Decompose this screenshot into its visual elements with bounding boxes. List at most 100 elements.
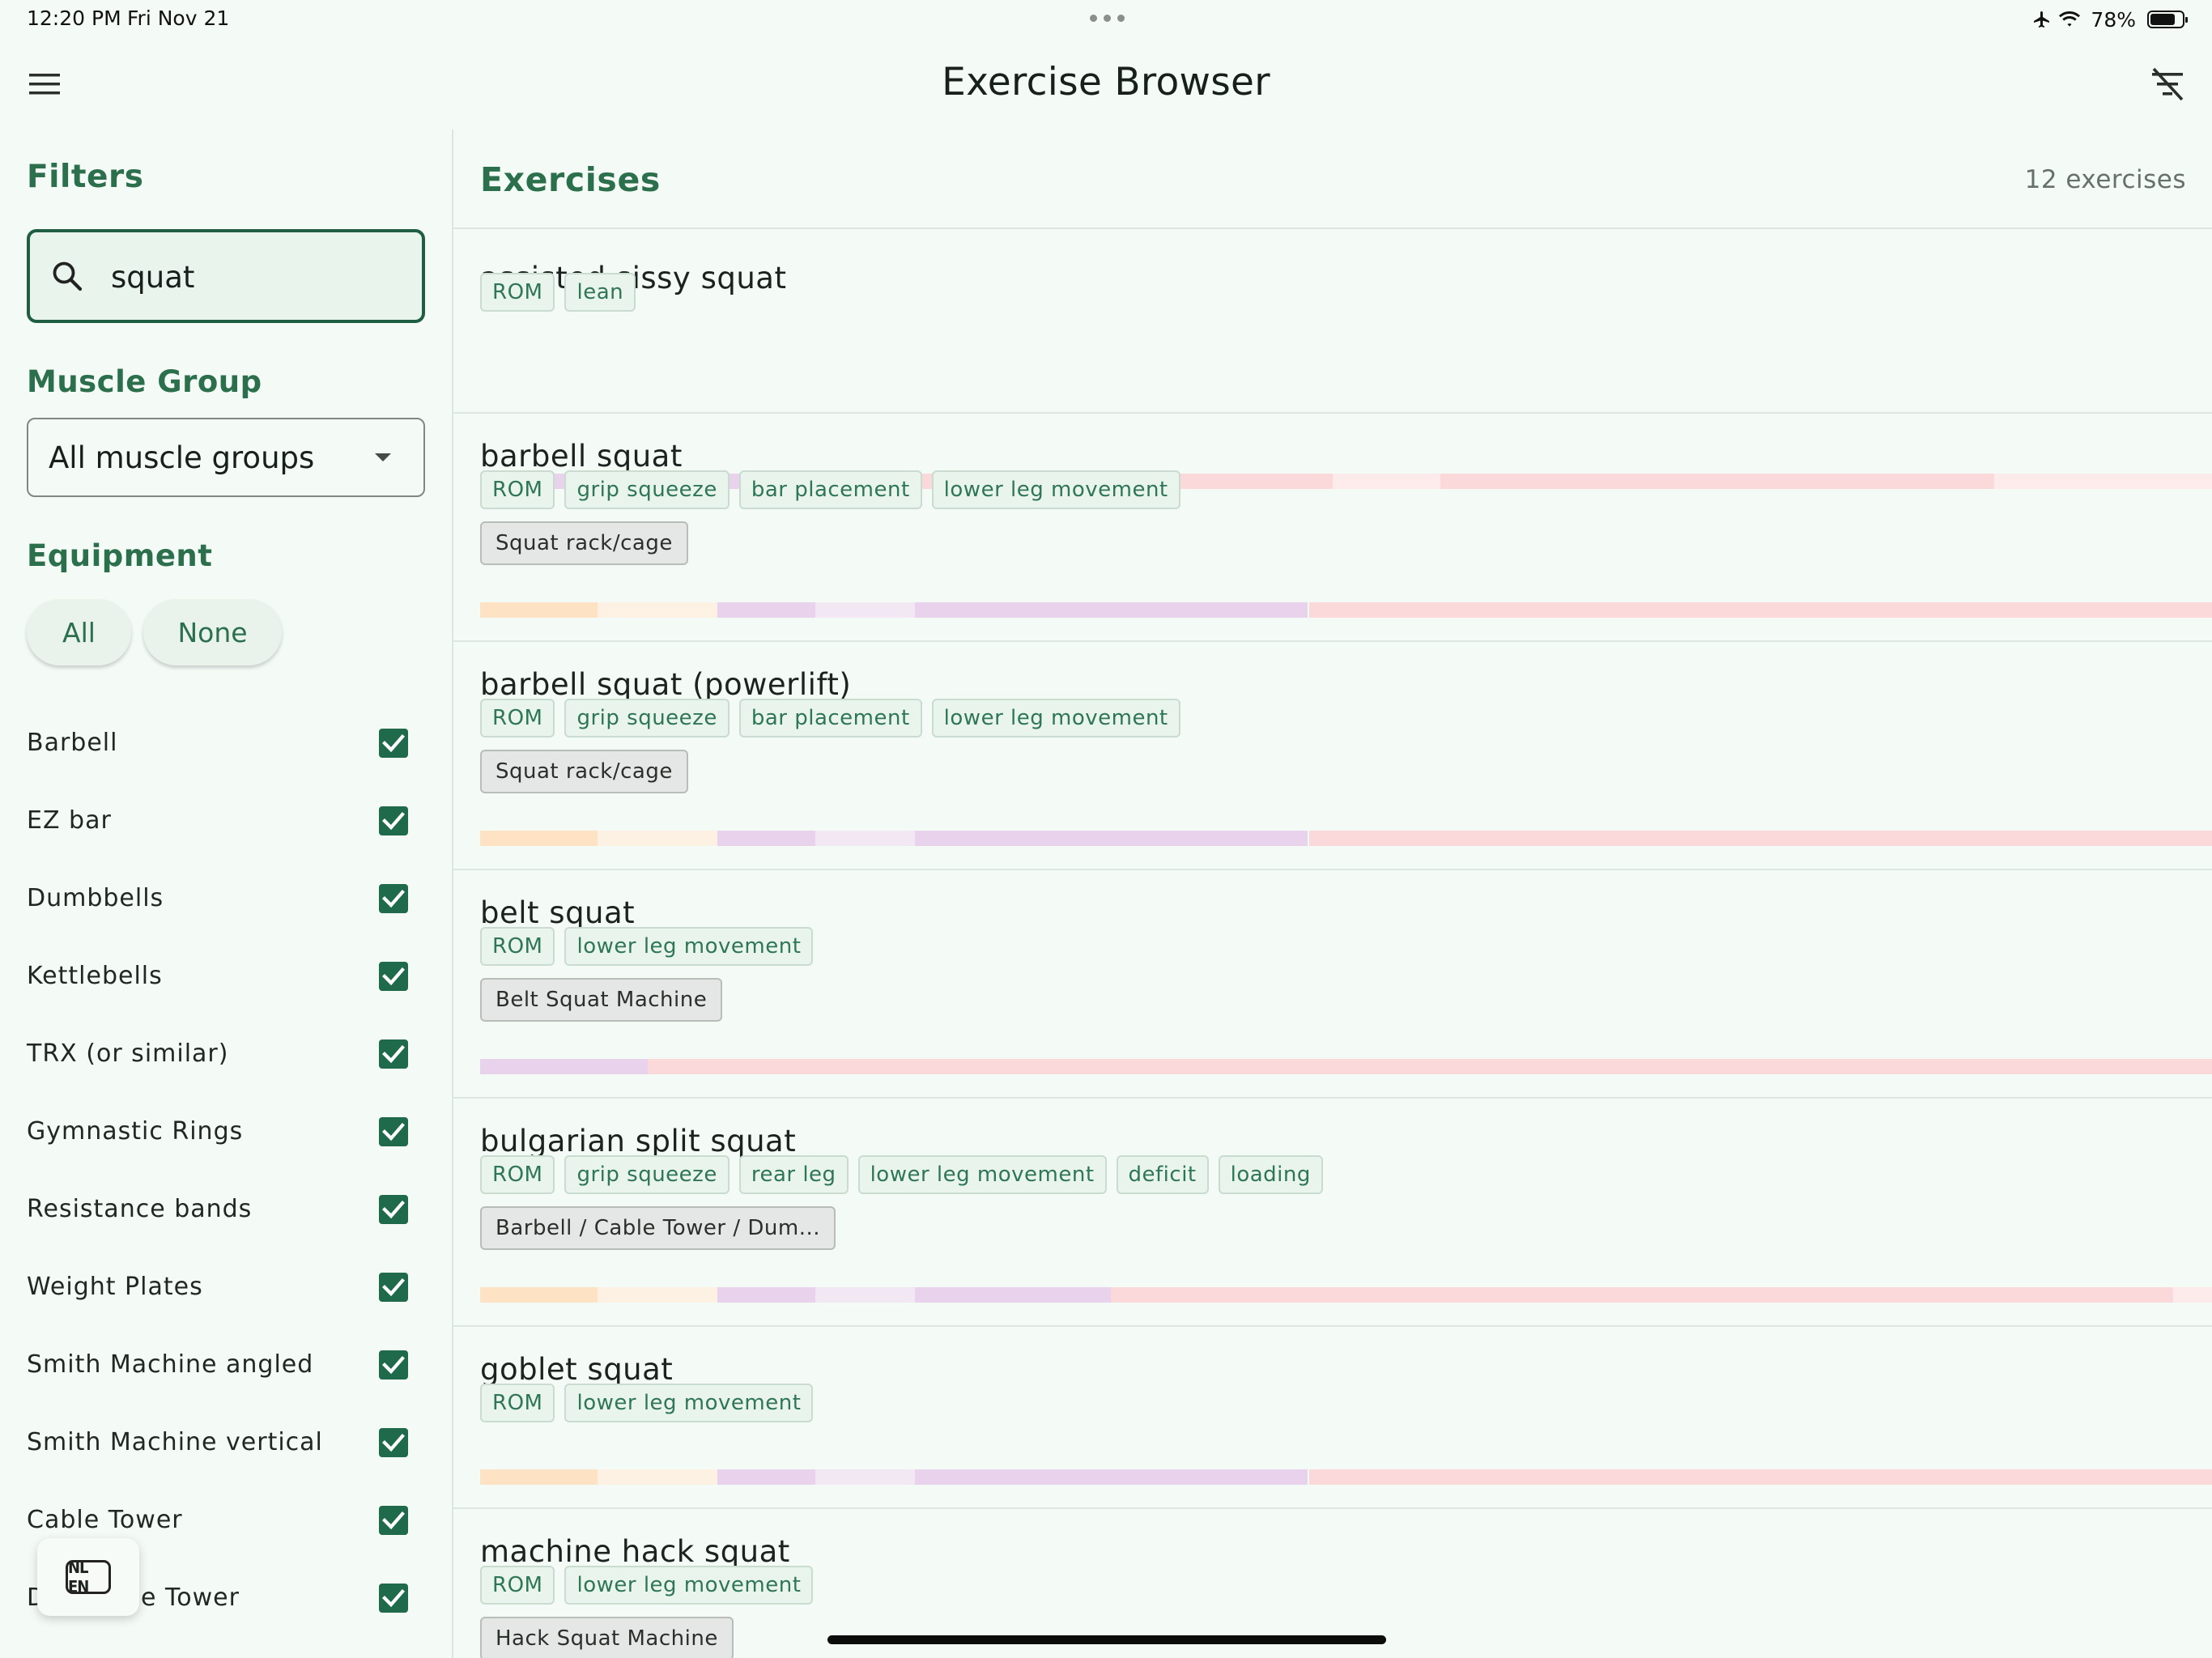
- equipment-item[interactable]: Gymnastic Rings: [0, 1094, 452, 1171]
- exercise-name[interactable]: goblet squat: [480, 1352, 673, 1387]
- exercise-equipment-chip[interactable]: Squat rack/cage: [480, 750, 688, 793]
- equipment-checkbox[interactable]: [379, 1584, 408, 1613]
- status-date: Fri Nov 21: [127, 6, 230, 30]
- exercise-card[interactable]: goblet squat ROM lower leg movement: [453, 1325, 2212, 1507]
- equipment-checkbox[interactable]: [379, 806, 408, 835]
- checkmark-icon: [382, 890, 405, 908]
- exercise-equipment-chip[interactable]: Barbell / Cable Tower / Dum...: [480, 1206, 836, 1250]
- equipment-checkbox[interactable]: [379, 1506, 408, 1535]
- activation-segment: [717, 1469, 815, 1485]
- activation-segment: [648, 1059, 2212, 1074]
- exercise-equipment-chip[interactable]: Hack Squat Machine: [480, 1617, 734, 1658]
- multitasking-dots-icon[interactable]: [1090, 15, 1125, 23]
- exercise-tag: loading: [1218, 1155, 1323, 1194]
- activation-segment: [2173, 1287, 2212, 1303]
- muscle-group-select[interactable]: All muscle groups: [27, 418, 425, 497]
- equipment-checkbox[interactable]: [379, 1428, 408, 1457]
- checkmark-icon: [382, 1356, 405, 1375]
- checkmark-icon: [382, 1434, 405, 1452]
- airplane-icon: [2034, 11, 2050, 28]
- equipment-item-label-tail: e Tower: [141, 1584, 240, 1612]
- equipment-item[interactable]: EZ bar: [0, 783, 452, 861]
- equipment-item[interactable]: Barbell: [0, 705, 452, 783]
- language-toggle-button[interactable]: NL EN: [37, 1538, 139, 1616]
- exercise-card[interactable]: barbell squat (powerlift) ROM grip squeeze…: [453, 640, 2212, 869]
- exercise-tag: bar placement: [738, 699, 922, 738]
- equipment-item[interactable]: Weight Plates: [0, 1249, 452, 1327]
- equipment-checkbox[interactable]: [379, 884, 408, 913]
- wifi-icon: [2059, 11, 2081, 27]
- activation-segment: [717, 1287, 815, 1303]
- activation-segment: [717, 602, 815, 618]
- activation-segment: [915, 1469, 1308, 1485]
- search-field[interactable]: [27, 229, 425, 323]
- activation-segment: [598, 1287, 717, 1303]
- equipment-item[interactable]: Resistance bands: [0, 1171, 452, 1249]
- chevron-down-icon: [375, 453, 391, 461]
- exercise-tag: rear leg: [738, 1155, 849, 1194]
- checkmark-icon: [382, 734, 405, 753]
- activation-segment: [1309, 1469, 2212, 1485]
- exercise-card[interactable]: assisted sissy squatROMlean: [453, 228, 2212, 489]
- exercise-tag: ROM: [480, 927, 555, 966]
- equipment-item[interactable]: Smith Machine vertical: [0, 1405, 452, 1482]
- checkmark-icon: [382, 1589, 405, 1608]
- equipment-checkbox[interactable]: [379, 1273, 408, 1302]
- exercise-name[interactable]: barbell squat: [480, 439, 683, 474]
- exercise-tags: ROM lower leg movement: [480, 927, 814, 966]
- activation-segment: [598, 602, 717, 618]
- clear-filters-button[interactable]: [2142, 62, 2193, 107]
- exercise-tags: ROM lower leg movement: [480, 1384, 814, 1422]
- activation-segment: [915, 602, 1308, 618]
- equipment-checkbox[interactable]: [379, 1195, 408, 1224]
- exercise-card[interactable]: bulgarian split squat ROM grip squeeze rear…: [453, 1097, 2212, 1325]
- equipment-checkbox[interactable]: [379, 962, 408, 991]
- exercise-card[interactable]: belt squat ROM lower leg movement Belt Squa…: [453, 869, 2212, 1097]
- equipment-checkbox[interactable]: [379, 1039, 408, 1069]
- activation-segment: [1111, 1287, 2173, 1303]
- equipment-checkbox[interactable]: [379, 1350, 408, 1380]
- exercise-name[interactable]: barbell squat (powerlift): [480, 667, 851, 702]
- select-all-equipment-button[interactable]: All: [27, 599, 131, 665]
- equipment-item-label: Resistance bands: [27, 1195, 253, 1223]
- checkmark-icon: [382, 967, 405, 986]
- exercise-tag: lower leg movement: [931, 699, 1180, 738]
- exercise-tags: ROM lower leg movement: [480, 1566, 814, 1605]
- equipment-item-label: Kettlebells: [27, 962, 163, 990]
- exercise-tags: ROM grip squeeze rear leg lower leg movemen…: [480, 1155, 1323, 1194]
- exercise-name[interactable]: bulgarian split squat: [480, 1124, 796, 1158]
- equipment-item[interactable]: Smith Machine angled: [0, 1327, 452, 1405]
- battery-icon: [2147, 11, 2188, 28]
- home-indicator[interactable]: [827, 1635, 1386, 1644]
- activation-segment: [598, 1469, 717, 1485]
- activation-segment: [815, 1469, 915, 1485]
- equipment-item[interactable]: Dumbbells: [0, 861, 452, 938]
- equipment-item-label: Dumbbells: [27, 884, 164, 912]
- muscle-group-title: Muscle Group: [27, 364, 262, 399]
- search-input[interactable]: [111, 249, 410, 305]
- equipment-checkbox[interactable]: [379, 729, 408, 758]
- equipment-item[interactable]: Kettlebells: [0, 938, 452, 1016]
- page-title: Exercise Browser: [942, 60, 1270, 104]
- select-none-equipment-button[interactable]: None: [143, 599, 282, 665]
- status-bar: 12:20 PM Fri Nov 21 78%: [0, 0, 2212, 39]
- status-time: 12:20 PM: [27, 6, 121, 30]
- exercise-name[interactable]: belt squat: [480, 895, 635, 930]
- equipment-checkbox[interactable]: [379, 1117, 408, 1146]
- exercise-tag: lower leg movement: [564, 927, 814, 966]
- filters-title: Filters: [27, 159, 144, 195]
- exercise-tag: lower leg movement: [931, 470, 1180, 509]
- muscle-activation-bar: [480, 602, 2212, 618]
- filter-off-icon: [2152, 67, 2184, 101]
- exercise-card[interactable]: barbell squat ROM grip squeeze bar placemen…: [453, 412, 2212, 640]
- exercise-tags: ROM grip squeeze bar placement lower leg mo…: [480, 699, 1180, 738]
- muscle-group-value: All muscle groups: [49, 440, 315, 475]
- exercise-equipment-chip[interactable]: Squat rack/cage: [480, 521, 688, 565]
- equipment-item-label: TRX (or similar): [27, 1039, 229, 1068]
- exercise-equipment-chip[interactable]: Belt Squat Machine: [480, 978, 723, 1022]
- exercise-name[interactable]: machine hack squat: [480, 1534, 790, 1569]
- exercise-tag: ROM: [480, 1566, 555, 1605]
- equipment-item[interactable]: TRX (or similar): [0, 1016, 452, 1094]
- equipment-item-label: Cable Tower: [27, 1506, 183, 1534]
- equipment-item-label: EZ bar: [27, 806, 112, 835]
